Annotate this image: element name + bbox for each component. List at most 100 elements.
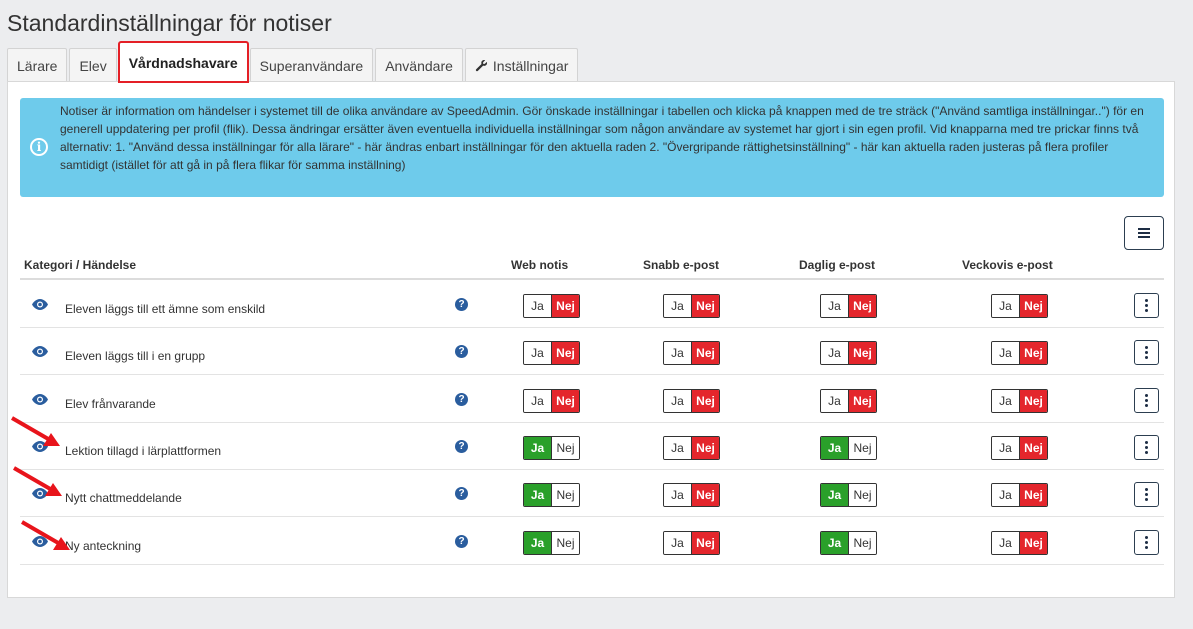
apply-all-settings-button[interactable] <box>1124 216 1164 250</box>
eye-icon[interactable] <box>32 299 48 310</box>
toggle-yes[interactable]: Ja <box>992 295 1020 317</box>
toggle-no[interactable]: Nej <box>692 531 719 554</box>
toggle-no[interactable]: Nej <box>1020 295 1047 317</box>
toggle-no[interactable]: Nej <box>849 436 876 459</box>
row-options-button[interactable] <box>1134 529 1159 555</box>
toggle-web[interactable]: Ja Nej <box>523 435 580 460</box>
eye-icon[interactable] <box>32 488 48 500</box>
toggle-no[interactable]: Nej <box>1020 436 1047 459</box>
toggle-no[interactable]: Nej <box>552 531 579 554</box>
toggle-no[interactable]: Nej <box>1020 342 1047 365</box>
toggle-daglig[interactable]: Ja Nej <box>820 341 877 366</box>
toggle-yes[interactable]: Ja <box>992 484 1020 507</box>
toggle-snabb[interactable]: Ja Nej <box>663 483 720 508</box>
help-icon[interactable]: ? <box>455 487 468 501</box>
toggle-veckovis[interactable]: Ja Nej <box>991 341 1048 366</box>
row-options-button[interactable] <box>1134 387 1159 413</box>
toggle-yes[interactable]: Ja <box>992 342 1020 365</box>
toggle-daglig[interactable]: Ja Nej <box>820 530 877 555</box>
toggle-no[interactable]: Nej <box>849 484 876 507</box>
toggle-no[interactable]: Nej <box>849 531 876 554</box>
row-options-button[interactable] <box>1134 482 1159 508</box>
toggle-yes[interactable]: Ja <box>524 342 552 365</box>
toggle-daglig[interactable]: Ja Nej <box>820 294 877 318</box>
toggle-no[interactable]: Nej <box>1020 484 1047 507</box>
page-title: Standardinställningar för notiser <box>7 10 332 36</box>
toggle-no[interactable]: Nej <box>849 295 876 317</box>
toggle-no[interactable]: Nej <box>552 484 579 507</box>
tab-larare[interactable]: Lärare <box>7 48 68 82</box>
toggle-yes[interactable]: Ja <box>821 436 849 459</box>
toggle-yes[interactable]: Ja <box>664 342 692 365</box>
toggle-no[interactable]: Nej <box>1020 389 1047 412</box>
toggle-veckovis[interactable]: Ja Nej <box>991 483 1048 508</box>
eye-icon[interactable] <box>32 440 48 452</box>
toggle-web[interactable]: Ja Nej <box>523 483 580 508</box>
eye-icon[interactable] <box>32 346 48 358</box>
toggle-veckovis[interactable]: Ja Nej <box>991 530 1048 555</box>
toggle-yes[interactable]: Ja <box>664 295 692 317</box>
toggle-snabb[interactable]: Ja Nej <box>663 388 720 413</box>
toggle-yes[interactable]: Ja <box>821 295 849 317</box>
toggle-yes[interactable]: Ja <box>992 531 1020 554</box>
toggle-no[interactable]: Nej <box>692 342 719 365</box>
toggle-web[interactable]: Ja Nej <box>523 294 580 318</box>
row-options-button[interactable] <box>1134 293 1159 318</box>
toggle-snabb[interactable]: Ja Nej <box>663 294 720 318</box>
toggle-yes[interactable]: Ja <box>821 531 849 554</box>
toggle-daglig[interactable]: Ja Nej <box>820 483 877 508</box>
toggle-veckovis[interactable]: Ja Nej <box>991 435 1048 460</box>
toggle-yes[interactable]: Ja <box>664 484 692 507</box>
toggle-yes[interactable]: Ja <box>524 295 552 317</box>
toggle-yes[interactable]: Ja <box>821 342 849 365</box>
toggle-no[interactable]: Nej <box>692 295 719 317</box>
toggle-veckovis[interactable]: Ja Nej <box>991 388 1048 413</box>
help-icon[interactable]: ? <box>455 298 468 311</box>
help-icon[interactable]: ? <box>455 439 468 453</box>
toggle-no[interactable]: Nej <box>849 342 876 365</box>
toggle-no[interactable]: Nej <box>849 389 876 412</box>
toggle-web[interactable]: Ja Nej <box>523 341 580 366</box>
toggle-no[interactable]: Nej <box>552 389 579 412</box>
toggle-no[interactable]: Nej <box>552 436 579 459</box>
toggle-no[interactable]: Nej <box>552 295 579 317</box>
toggle-no[interactable]: Nej <box>692 389 719 412</box>
toggle-no[interactable]: Nej <box>692 484 719 507</box>
column-header-snabb: Snabb e-post <box>643 258 720 272</box>
toggle-veckovis[interactable]: Ja Nej <box>991 294 1048 318</box>
toggle-yes[interactable]: Ja <box>664 531 692 554</box>
toggle-yes[interactable]: Ja <box>821 484 849 507</box>
eye-icon[interactable] <box>32 393 48 405</box>
help-icon[interactable]: ? <box>455 534 468 548</box>
help-icon[interactable]: ? <box>455 392 468 406</box>
toggle-daglig[interactable]: Ja Nej <box>820 435 877 460</box>
toggle-yes[interactable]: Ja <box>664 436 692 459</box>
toggle-daglig[interactable]: Ja Nej <box>820 388 877 413</box>
tab-anvandare[interactable]: Användare <box>375 48 463 82</box>
eye-icon[interactable] <box>32 535 48 547</box>
toggle-web[interactable]: Ja Nej <box>523 530 580 555</box>
tab-elev[interactable]: Elev <box>69 48 117 82</box>
row-options-button[interactable] <box>1134 340 1159 366</box>
toggle-yes[interactable]: Ja <box>524 389 552 412</box>
toggle-no[interactable]: Nej <box>552 342 579 365</box>
toggle-snabb[interactable]: Ja Nej <box>663 435 720 460</box>
column-header-daglig: Daglig e-post <box>799 258 876 272</box>
toggle-yes[interactable]: Ja <box>524 436 552 459</box>
help-icon[interactable]: ? <box>455 345 468 359</box>
toggle-yes[interactable]: Ja <box>821 389 849 412</box>
tab-installningar[interactable]: Inställningar <box>464 48 579 82</box>
tab-superanvandare[interactable]: Superanvändare <box>249 48 374 82</box>
toggle-snabb[interactable]: Ja Nej <box>663 530 720 555</box>
toggle-no[interactable]: Nej <box>692 436 719 459</box>
toggle-yes[interactable]: Ja <box>992 389 1020 412</box>
tab-vardnadshavare[interactable]: Vårdnadshavare <box>117 41 249 83</box>
toggle-yes[interactable]: Ja <box>524 484 552 507</box>
toggle-snabb[interactable]: Ja Nej <box>663 341 720 366</box>
toggle-yes[interactable]: Ja <box>524 531 552 554</box>
toggle-web[interactable]: Ja Nej <box>523 388 580 413</box>
toggle-no[interactable]: Nej <box>1020 531 1047 554</box>
toggle-yes[interactable]: Ja <box>664 389 692 412</box>
row-options-button[interactable] <box>1134 434 1159 460</box>
toggle-yes[interactable]: Ja <box>992 436 1020 459</box>
